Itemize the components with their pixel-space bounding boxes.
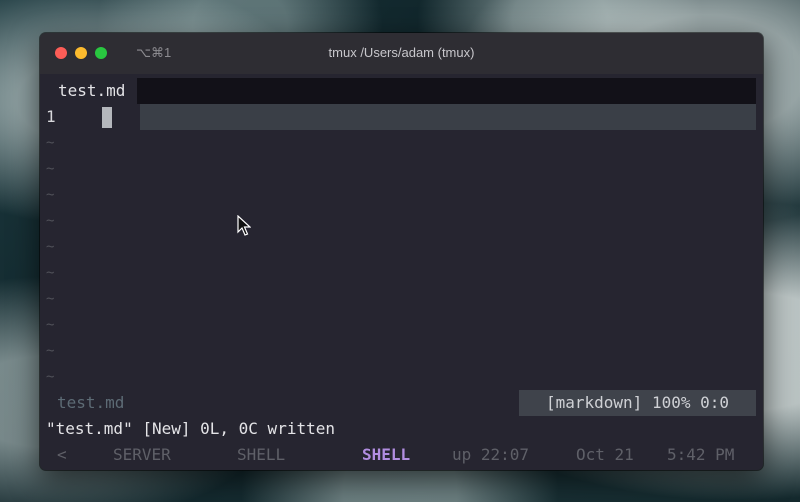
tmux-uptime: up 22:07 bbox=[452, 445, 530, 464]
text-cursor bbox=[102, 107, 112, 128]
empty-line-marker: ~ bbox=[46, 187, 55, 203]
title-bar[interactable]: ⌥⌘1 tmux /Users/adam (tmux) bbox=[40, 33, 763, 74]
statusline-info: [markdown] 100% 0:0 bbox=[519, 390, 756, 416]
tmux-window-server[interactable]: SERVER bbox=[113, 442, 171, 468]
empty-line-marker: ~ bbox=[46, 161, 55, 177]
tmux-window-shell-active[interactable]: SHELL bbox=[362, 442, 410, 468]
statusline-filename: test.md bbox=[57, 393, 125, 412]
tmux-date: Oct 21 bbox=[576, 445, 634, 464]
tmux-prev-arrow[interactable]: < bbox=[57, 442, 67, 468]
vim-tabline: test.md bbox=[54, 78, 756, 104]
command-line-message: "test.md" [New] 0L, 0C written bbox=[46, 419, 335, 438]
empty-line-marker: ~ bbox=[46, 291, 55, 307]
cursor-line-highlight bbox=[140, 104, 756, 130]
empty-line-marker: ~ bbox=[46, 369, 55, 385]
empty-line-marker: ~ bbox=[46, 213, 55, 229]
terminal-window: ⌥⌘1 tmux /Users/adam (tmux) test.md 1 ~ … bbox=[40, 33, 763, 470]
tmux-time: 5:42 PM bbox=[667, 445, 735, 464]
tmux-status-bar: < SERVER SHELL SHELL up 22:07 Oct 21 5:4… bbox=[40, 442, 763, 470]
terminal-content[interactable]: test.md 1 ~ ~ ~ ~ ~ ~ ~ ~ ~ ~ test.md [m… bbox=[40, 74, 763, 470]
tmux-window-shell[interactable]: SHELL bbox=[237, 442, 285, 468]
empty-line-marker: ~ bbox=[46, 317, 55, 333]
mouse-pointer-icon bbox=[237, 215, 251, 236]
window-title: tmux /Users/adam (tmux) bbox=[328, 45, 475, 60]
empty-line-marker: ~ bbox=[46, 135, 55, 151]
tab-test-md[interactable]: test.md bbox=[54, 78, 138, 104]
empty-line-marker: ~ bbox=[46, 239, 55, 255]
empty-line-marker: ~ bbox=[46, 343, 55, 359]
line-number: 1 bbox=[46, 107, 56, 126]
empty-line-marker: ~ bbox=[46, 265, 55, 281]
